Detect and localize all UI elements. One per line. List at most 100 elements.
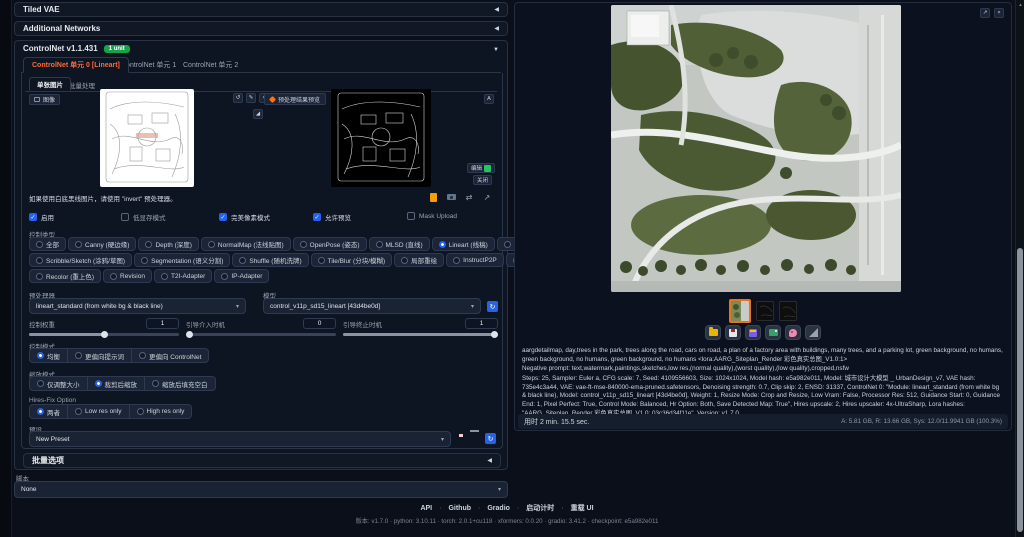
control-type-all[interactable]: 全部: [29, 237, 66, 251]
edit-pencil-icon[interactable]: ✎: [246, 93, 256, 103]
resize-mode-fill[interactable]: 缩放后填充空白: [144, 376, 216, 391]
refresh-models-icon[interactable]: ↻: [487, 301, 498, 312]
open-folder-button[interactable]: [705, 325, 721, 340]
control-type-recolor[interactable]: Recolor (重上色): [29, 269, 101, 283]
radio-icon: [139, 352, 146, 359]
mirror-webcam-icon[interactable]: ⇄: [463, 191, 475, 203]
refresh-preset-icon[interactable]: ↻: [485, 433, 496, 444]
guidance-end-input[interactable]: 1: [465, 318, 498, 329]
tab-controlnet-unit-1[interactable]: ControlNet 单元 1: [121, 60, 176, 70]
control-mode-prompt[interactable]: 更偏向提示词: [67, 348, 131, 363]
close-button[interactable]: 关闭: [473, 175, 492, 185]
link-api[interactable]: API: [420, 505, 432, 512]
scroll-up-icon[interactable]: ▲: [1016, 2, 1024, 7]
control-type-canny[interactable]: Canny (硬边缘): [68, 237, 136, 251]
save-zip-button[interactable]: [745, 325, 761, 340]
result-image[interactable]: [611, 5, 901, 292]
weight-input[interactable]: 1: [146, 318, 179, 329]
link-startup-profile[interactable]: 启动计时: [526, 503, 554, 513]
control-type-openpose[interactable]: OpenPose (姿态): [293, 237, 367, 251]
radio-icon: [504, 241, 511, 248]
guidance-start-input[interactable]: 0: [303, 318, 336, 329]
hires-option-highres[interactable]: High res only: [129, 404, 193, 419]
brush-icon[interactable]: ◢: [253, 109, 263, 119]
page-scrollbar[interactable]: ▲: [1015, 0, 1024, 537]
divider: [439, 505, 441, 512]
control-type-tile-blur[interactable]: Tile/Blur (分块/模糊): [311, 253, 393, 267]
checkbox-mask-upload[interactable]: Mask Upload: [407, 212, 457, 220]
hires-option-lowres[interactable]: Low res only: [67, 404, 129, 419]
model-dropdown[interactable]: control_v11p_sd15_lineart [43d4be0d]▾: [263, 298, 481, 314]
weight-slider[interactable]: [29, 333, 179, 336]
send-dimensions-icon[interactable]: ↗: [481, 191, 493, 203]
resize-mode-just-resize[interactable]: 仅调整大小: [29, 376, 87, 391]
controlnet-input-image[interactable]: [100, 89, 194, 187]
resize-mode-crop[interactable]: 裁剪后缩放: [87, 376, 145, 391]
checkbox-pixel-perfect[interactable]: 完美像素模式: [219, 212, 270, 222]
radio-icon: [95, 380, 102, 387]
send-to-extras-button[interactable]: [805, 325, 821, 340]
edit-button[interactable]: 编辑: [467, 163, 495, 173]
fullscreen-icon[interactable]: A: [484, 94, 494, 104]
control-mode-controlnet[interactable]: 更偏向 ControlNet: [131, 348, 209, 363]
tab-batch-process[interactable]: 批量处理: [69, 80, 95, 90]
image-component-label: 图像: [29, 94, 60, 105]
seg-label: High res only: [147, 408, 185, 415]
accordion-additional-networks[interactable]: Additional Networks ◀: [14, 21, 508, 36]
control-type-scribble[interactable]: Scribble/Sketch (涂鸦/草图): [29, 253, 132, 267]
preset-value: New Preset: [36, 436, 70, 443]
checkbox-enable[interactable]: 启用: [29, 212, 54, 222]
checkbox-lowvram[interactable]: 低显存模式: [121, 212, 166, 222]
link-gradio[interactable]: Gradio: [487, 505, 510, 512]
tab-label: 单张图片: [37, 79, 63, 89]
controlnet-header[interactable]: ControlNet v1.1.431 1 unit: [23, 44, 130, 53]
save-image-button[interactable]: [725, 325, 741, 340]
preview-toggle-label: 预处理结果预览: [278, 95, 320, 104]
control-type-ip-adapter[interactable]: IP-Adapter: [214, 269, 269, 283]
checkbox-label: 低显存模式: [133, 212, 166, 222]
control-type-depth[interactable]: Depth (深度): [138, 237, 198, 251]
tab-controlnet-unit-0[interactable]: ControlNet 单元 0 [Lineart]: [23, 57, 129, 73]
preprocessor-dropdown[interactable]: lineart_standard (from white bg & black …: [29, 298, 246, 314]
thumbnail-lineart-2[interactable]: [779, 301, 797, 321]
link-reload-ui[interactable]: 重载 UI: [571, 503, 594, 513]
fullscreen-icon[interactable]: ↗: [980, 8, 990, 18]
hires-option-both[interactable]: 两者: [29, 404, 67, 419]
close-gallery-icon[interactable]: ×: [994, 8, 1004, 18]
control-type-shuffle[interactable]: Shuffle (随机洗牌): [232, 253, 308, 267]
undo-icon[interactable]: ↺: [233, 93, 243, 103]
send-to-img2img-button[interactable]: [765, 325, 781, 340]
control-type-lineart[interactable]: Lineart (线稿): [432, 237, 495, 251]
thumbnail-lineart-1[interactable]: [756, 301, 774, 321]
control-type-t2i-adapter[interactable]: T2I-Adapter: [154, 269, 212, 283]
tab-single-image[interactable]: 单张图片: [29, 77, 71, 91]
tab-label: ControlNet 单元 2: [183, 62, 238, 69]
control-type-segmentation[interactable]: Segmentation (语义分割): [134, 253, 230, 267]
radio-icon: [300, 241, 307, 248]
accordion-batch-options[interactable]: 批量选项 ◀: [23, 453, 501, 468]
thumbnail-selected[interactable]: [729, 299, 751, 323]
divider: [517, 505, 519, 512]
send-to-inpaint-button[interactable]: [785, 325, 801, 340]
tab-controlnet-unit-2[interactable]: ControlNet 单元 2: [183, 60, 238, 70]
scrollbar-thumb[interactable]: [1017, 248, 1023, 532]
link-github[interactable]: Github: [448, 505, 471, 512]
new-canvas-icon[interactable]: [427, 191, 439, 203]
control-type-revision[interactable]: Revision: [103, 269, 152, 283]
accordion-tiled-vae[interactable]: Tiled VAE ◀: [14, 2, 508, 17]
checkbox-allow-preview[interactable]: 允许预览: [313, 212, 351, 222]
script-dropdown[interactable]: None▾: [14, 481, 508, 498]
controlnet-panel: ControlNet v1.1.431 1 unit ▼ ControlNet …: [14, 40, 508, 470]
chip-label: Segmentation (语义分割): [151, 255, 223, 265]
preset-dropdown[interactable]: New Preset▾: [29, 431, 451, 447]
control-type-inpaint[interactable]: 局部重绘: [394, 253, 444, 267]
control-type-mlsd[interactable]: MLSD (直线): [369, 237, 430, 251]
control-type-instructp2p[interactable]: InstructP2P: [446, 253, 504, 267]
preprocessor-preview-image[interactable]: [331, 89, 431, 187]
guidance-start-slider[interactable]: [186, 333, 336, 336]
guidance-end-slider[interactable]: [343, 333, 498, 336]
preview-result-toggle[interactable]: 预处理结果预览: [264, 93, 326, 105]
webcam-icon[interactable]: [445, 191, 457, 203]
control-type-normalmap[interactable]: NormalMap (法线贴图): [201, 237, 291, 251]
control-mode-balanced[interactable]: 均衡: [29, 348, 67, 363]
